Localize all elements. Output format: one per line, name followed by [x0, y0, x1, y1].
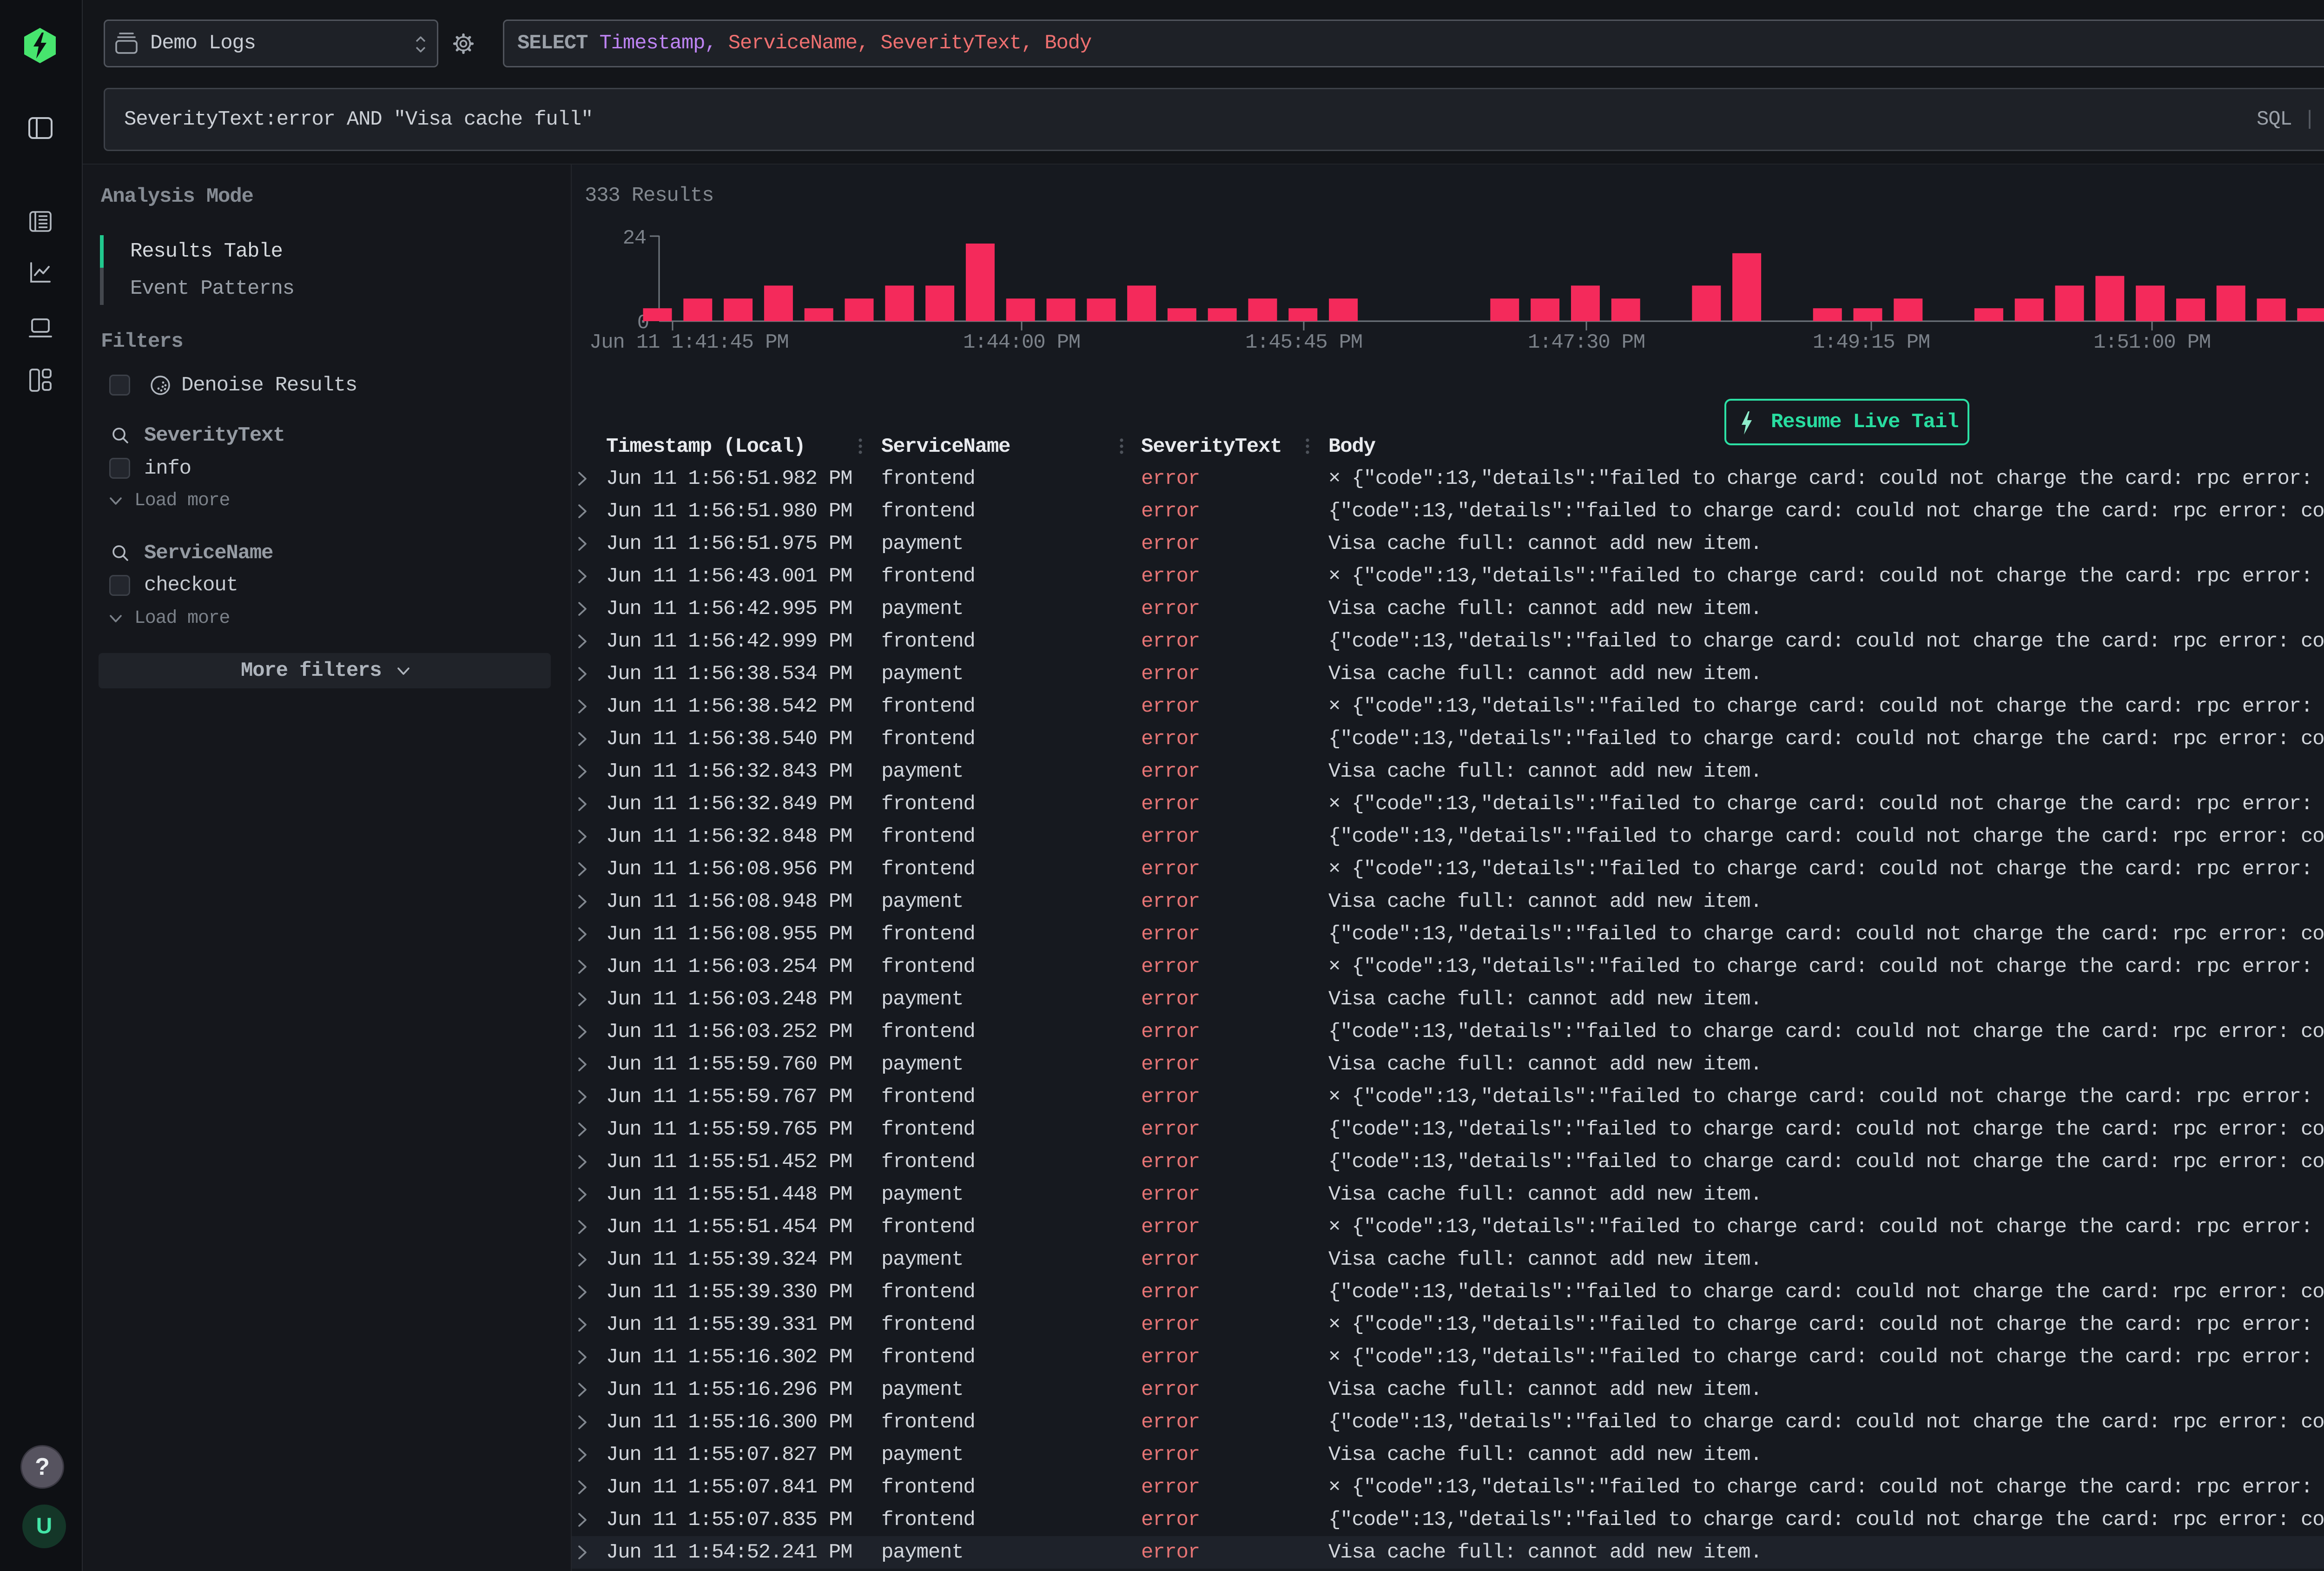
svg-text:Jun 11 1:41:45 PM: Jun 11 1:41:45 PM — [589, 331, 788, 354]
svg-text:24: 24 — [623, 227, 646, 250]
svg-text:1:44:00 PM: 1:44:00 PM — [963, 331, 1080, 354]
svg-text:1:45:45 PM: 1:45:45 PM — [1245, 331, 1362, 354]
svg-text:1:47:30 PM: 1:47:30 PM — [1528, 331, 1645, 354]
svg-text:1:49:15 PM: 1:49:15 PM — [1813, 331, 1930, 354]
svg-text:1:51:00 PM: 1:51:00 PM — [2093, 331, 2211, 354]
